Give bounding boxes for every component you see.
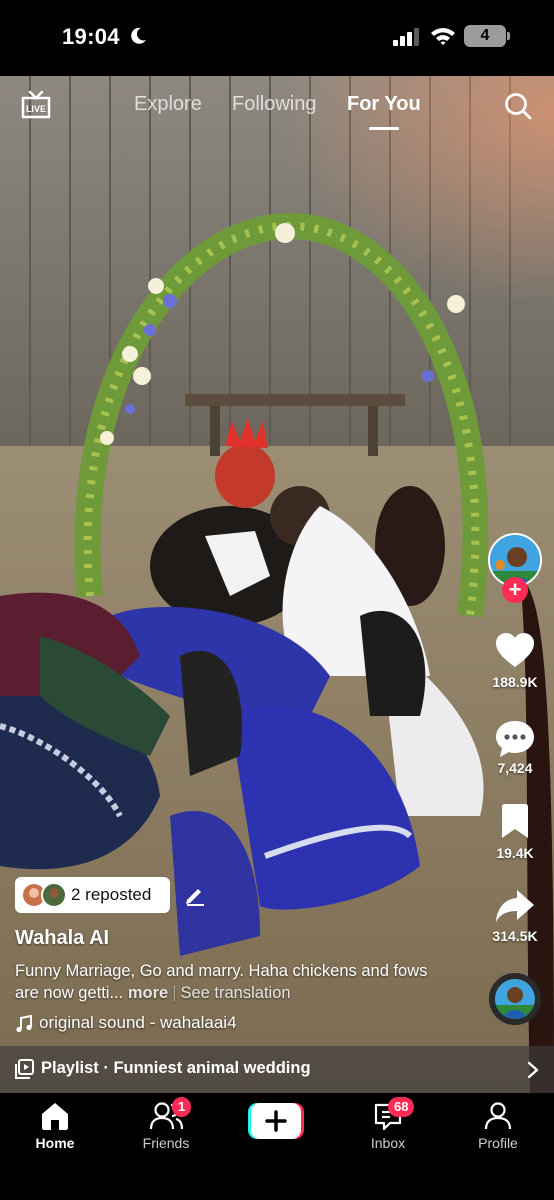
chevron-right-icon [527,1061,539,1079]
tab-profile[interactable]: Profile [453,1101,543,1151]
live-label: LIVE [26,104,46,114]
wifi-icon [431,28,455,45]
battery-indicator: 4 [464,25,506,47]
status-time: 19:04 [62,24,120,49]
create-plus-button[interactable] [248,1103,304,1139]
comment-count: 7,424 [497,760,533,776]
save-button[interactable]: 19.4K [488,804,542,861]
friends-badge: 1 [172,1097,192,1117]
post-caption[interactable]: Funny Marriage, Go and marry. Haha chick… [15,960,435,1004]
sound-name: original sound - wahalaai4 [39,1013,237,1032]
see-translation-link[interactable]: See translation [180,984,290,1002]
tab-inbox-label: Inbox [370,1135,406,1151]
music-note-icon [16,1015,32,1033]
sound-disc-avatar [495,979,535,1019]
sound-disc[interactable] [489,973,541,1025]
bottom-tab-bar: Home Friends 1 Inbox 68 Profile [0,1093,554,1200]
cellular-signal-icon [393,28,419,46]
live-icon[interactable]: LIVE [20,90,52,120]
home-icon [42,1103,68,1130]
comment-button[interactable]: 7,424 [488,720,542,776]
bookmark-icon [502,804,528,838]
share-arrow-icon [496,890,534,922]
playlist-icon [15,1059,34,1079]
tab-for-you[interactable]: For You [347,93,421,116]
share-button[interactable]: 314.5K [484,888,546,944]
playlist-label: Playlist · Funniest animal wedding [41,1059,311,1077]
moon-icon [131,27,146,44]
like-count: 188.9K [492,674,538,690]
tab-explore[interactable]: Explore [134,93,202,116]
playlist-bar[interactable]: Playlist · Funniest animal wedding [0,1046,554,1093]
tab-friends-label: Friends [142,1135,190,1151]
battery-tip [507,32,510,40]
save-count: 19.4K [496,845,534,861]
tab-profile-label: Profile [478,1135,518,1151]
tab-home-label: Home [35,1135,75,1151]
heart-icon [496,633,534,667]
repost-chip[interactable]: 2 reposted [15,877,170,913]
inbox-badge: 68 [388,1097,415,1117]
caption-more-link[interactable]: more [128,984,168,1002]
tab-following[interactable]: Following [232,93,316,116]
search-icon[interactable] [503,91,533,121]
profile-icon [484,1102,512,1130]
top-navigation: LIVE Explore Following For You [0,76,554,136]
battery-level: 4 [480,27,490,44]
repost-label: 2 reposted [71,885,152,904]
caption-separator: | [172,984,177,1002]
follow-plus-button[interactable]: + [502,577,528,603]
comment-icon [496,721,534,757]
creator-username[interactable]: Wahala AI [15,927,109,950]
like-button[interactable]: 188.9K [488,633,542,690]
reposter-avatars [21,882,67,908]
share-count: 314.5K [492,928,538,944]
tab-home[interactable]: Home [10,1101,100,1151]
active-tab-indicator [369,127,399,130]
tab-friends[interactable]: Friends [121,1101,211,1151]
status-bar: 19:04 4 [0,0,554,76]
edit-pencil-icon[interactable] [184,884,206,906]
